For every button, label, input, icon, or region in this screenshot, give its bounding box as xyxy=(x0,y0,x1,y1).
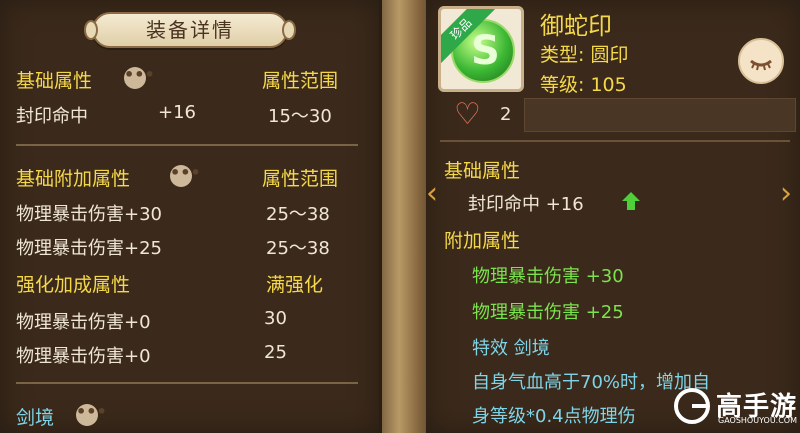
heart-icon[interactable]: ♡ xyxy=(454,98,481,132)
view-eye-button[interactable] xyxy=(738,38,784,84)
panel-title: 装备详情 xyxy=(84,12,296,48)
item-icon-frame: S 珍品 xyxy=(438,6,524,92)
watermark-url: GAOSHOUYOU.COM xyxy=(718,416,798,425)
extra-attr-header: 基础附加属性 xyxy=(16,168,131,190)
title-curl-right xyxy=(282,20,296,40)
base-row-range: 15～30 xyxy=(268,106,332,127)
extra-attr-title: 附加属性 xyxy=(444,230,521,252)
base-row-name: 封印命中 xyxy=(16,106,88,127)
base-stat: 封印命中 +16 xyxy=(468,194,584,215)
extra-stat: 物理暴击伤害 +25 xyxy=(472,302,624,323)
extra-row-name: 物理暴击伤害+30 xyxy=(16,204,162,225)
enhance-row-max: 25 xyxy=(264,342,287,363)
extra-stat: 物理暴击伤害 +30 xyxy=(472,266,624,287)
item-type: 类型: 圆印 xyxy=(540,44,629,66)
item-tooltip-panel: S 珍品 御蛇印 类型: 圆印 等级: 105 ♡ 2 基础属性 封印命中 +1… xyxy=(426,0,800,433)
effect-description: 身等级*0.4点物理伤 xyxy=(472,406,636,427)
prev-arrow-icon[interactable]: ‹ xyxy=(426,176,438,211)
base-range-header: 属性范围 xyxy=(262,70,339,92)
realm-more-button[interactable]: ••• xyxy=(76,404,107,426)
base-attr-title: 基础属性 xyxy=(444,160,521,182)
enhance-row-max: 30 xyxy=(264,308,287,329)
base-attr-more-button[interactable]: ••• xyxy=(124,67,155,89)
title-curl-left xyxy=(84,20,98,40)
realm-label: 剑境 xyxy=(16,407,55,429)
divider xyxy=(440,140,790,142)
snake-glyph: S xyxy=(471,28,500,74)
g-logo-icon xyxy=(674,388,710,424)
next-arrow-icon[interactable]: › xyxy=(780,176,792,211)
watermark-logo: 高手游 GAOSHOUYOU.COM xyxy=(674,386,798,426)
equipment-detail-panel: 装备详情 基础属性 ••• 属性范围 封印命中 +16 15～30 基础附加属性… xyxy=(0,0,382,433)
enhance-row-name: 物理暴击伤害+0 xyxy=(16,312,151,333)
extra-attr-more-button[interactable]: ••• xyxy=(170,165,201,187)
arrow-up-icon xyxy=(622,192,640,210)
extra-range-header: 属性范围 xyxy=(262,168,339,190)
divider xyxy=(16,144,358,146)
enhance-max-header: 满强化 xyxy=(266,274,324,296)
extra-row-name: 物理暴击伤害+25 xyxy=(16,238,162,259)
item-level: 等级: 105 xyxy=(540,74,627,96)
enhance-attr-header: 强化加成属性 xyxy=(16,274,131,296)
divider xyxy=(16,382,358,384)
like-bar xyxy=(524,98,796,132)
extra-row-range: 25～38 xyxy=(266,238,330,259)
enhance-row-name: 物理暴击伤害+0 xyxy=(16,346,151,367)
extra-row-range: 25～38 xyxy=(266,204,330,225)
effect-line: 特效 剑境 xyxy=(472,338,550,359)
base-row-value: +16 xyxy=(158,102,196,123)
like-count: 2 xyxy=(500,104,512,125)
eye-icon xyxy=(750,59,772,71)
item-name: 御蛇印 xyxy=(540,12,612,40)
base-attr-header: 基础属性 xyxy=(16,70,93,92)
panel-title-text: 装备详情 xyxy=(146,18,234,42)
